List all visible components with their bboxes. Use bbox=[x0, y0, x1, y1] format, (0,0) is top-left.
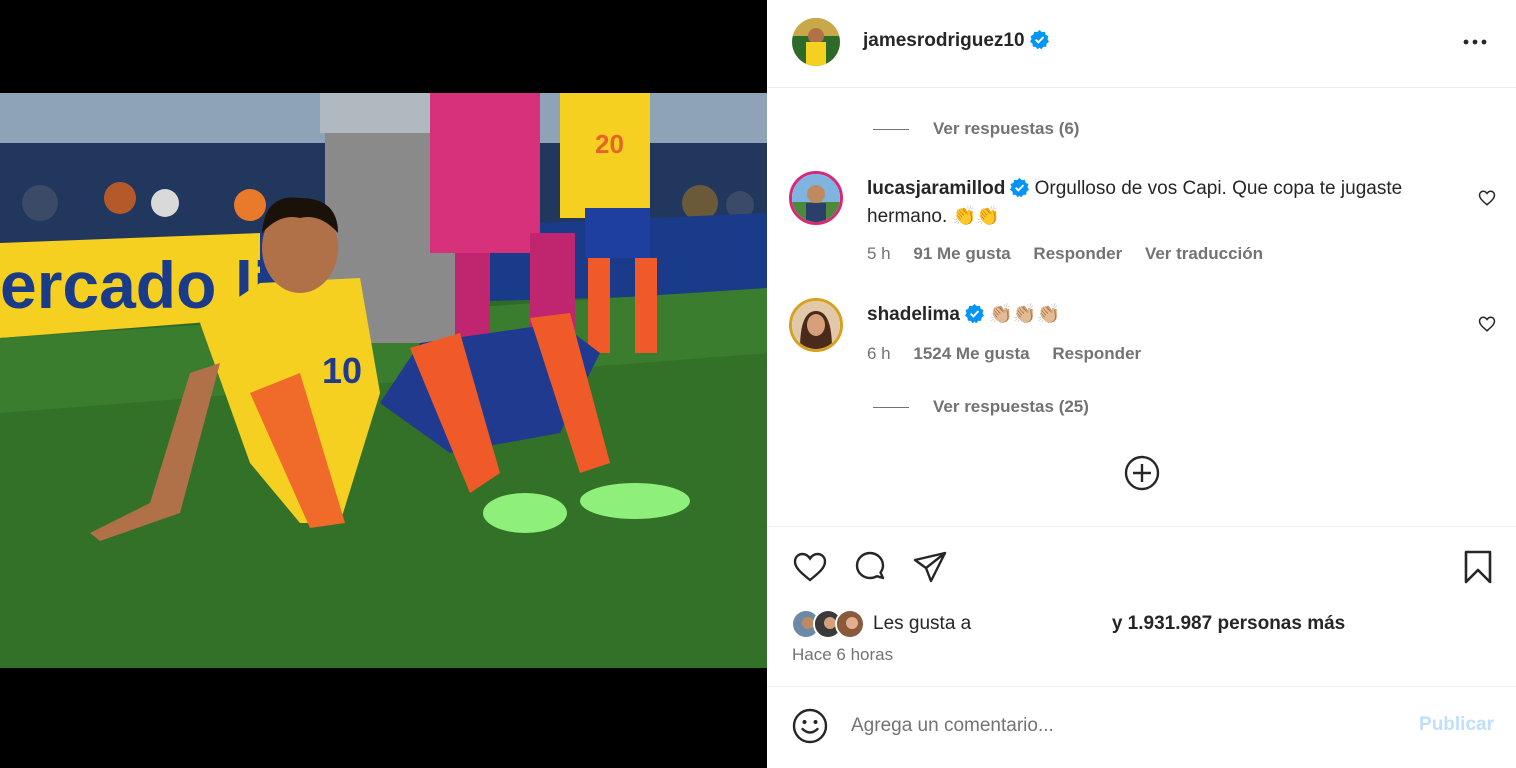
author-avatar[interactable] bbox=[792, 18, 840, 66]
comment-likes[interactable]: 1524 Me gusta bbox=[913, 344, 1029, 363]
verified-badge-icon bbox=[1029, 30, 1049, 49]
commenter-username-text[interactable]: lucasjaramillod bbox=[867, 178, 1005, 199]
reply-button[interactable]: Responder bbox=[1052, 344, 1141, 363]
verified-badge-icon bbox=[964, 304, 984, 323]
load-more-comments-icon[interactable] bbox=[1124, 455, 1160, 491]
like-heart-icon[interactable] bbox=[792, 549, 828, 585]
post-comment-button[interactable]: Publicar bbox=[1419, 714, 1494, 736]
comment-meta: 6 h 1524 Me gusta Responder bbox=[867, 344, 1159, 364]
comment-input[interactable] bbox=[851, 709, 1391, 743]
more-horizontal-icon[interactable] bbox=[1462, 30, 1488, 54]
commenter-username[interactable]: lucasjaramillod bbox=[867, 178, 1030, 199]
translate-button[interactable]: Ver traducción bbox=[1145, 244, 1263, 263]
post-header: jamesrodriguez10 bbox=[767, 0, 1516, 88]
post-media: ercado libr 20 10 bbox=[0, 0, 767, 768]
comment-text: lucasjaramillod Orgulloso de vos Capi. Q… bbox=[867, 175, 1447, 231]
comment-item: lucasjaramillod Orgulloso de vos Capi. Q… bbox=[767, 170, 1516, 270]
replies-divider bbox=[873, 407, 909, 409]
replies-divider bbox=[873, 129, 909, 131]
view-replies-label: Ver respuestas (25) bbox=[933, 397, 1089, 416]
post-panel: jamesrodriguez10 Ver respuestas (6) luca… bbox=[767, 0, 1516, 768]
verified-badge-icon bbox=[1010, 178, 1030, 197]
post-actions: Les gusta a y 1.931.987 personas más Hac… bbox=[767, 526, 1516, 686]
reply-button[interactable]: Responder bbox=[1033, 244, 1122, 263]
commenter-avatar[interactable] bbox=[789, 298, 843, 352]
comment-composer: Publicar bbox=[767, 686, 1516, 768]
commenter-avatar[interactable] bbox=[789, 171, 843, 225]
comment-heart-icon[interactable] bbox=[1478, 189, 1496, 207]
emoji-smiley-icon[interactable] bbox=[791, 707, 829, 745]
save-bookmark-icon[interactable] bbox=[1460, 549, 1496, 585]
view-replies-button[interactable]: Ver respuestas (6) bbox=[873, 119, 1079, 139]
view-replies-label: Ver respuestas (6) bbox=[933, 119, 1080, 138]
comment-bubble-icon[interactable] bbox=[852, 549, 888, 585]
comment-meta: 5 h 91 Me gusta Responder Ver traducción bbox=[867, 244, 1281, 264]
svg-text:10: 10 bbox=[322, 350, 362, 391]
view-replies-button[interactable]: Ver respuestas (25) bbox=[873, 397, 1089, 417]
post-time-ago[interactable]: Hace 6 horas bbox=[792, 645, 893, 665]
liked-by-user-redacted bbox=[976, 615, 1107, 632]
post-photo[interactable]: ercado libr 20 10 bbox=[0, 93, 767, 668]
liked-by-text[interactable]: Les gusta a y 1.931.987 personas más bbox=[873, 613, 1345, 635]
liked-by-prefix: Les gusta a bbox=[873, 613, 972, 634]
liker-avatar bbox=[835, 609, 865, 639]
author-username-text[interactable]: jamesrodriguez10 bbox=[863, 30, 1025, 51]
likes-count[interactable]: y 1.931.987 personas más bbox=[1112, 613, 1345, 634]
share-send-icon[interactable] bbox=[912, 549, 948, 585]
comment-content: 👏🏼👏🏼👏🏼 bbox=[989, 304, 1061, 325]
comment-likes[interactable]: 91 Me gusta bbox=[913, 244, 1010, 263]
commenter-username-text[interactable]: shadelima bbox=[867, 304, 960, 325]
comment-time: 6 h bbox=[867, 344, 891, 363]
comments-list: Ver respuestas (6) lucasjaramillod Orgul… bbox=[767, 88, 1516, 526]
svg-text:20: 20 bbox=[595, 129, 624, 159]
comment-heart-icon[interactable] bbox=[1478, 315, 1496, 333]
comment-time: 5 h bbox=[867, 244, 891, 263]
commenter-username[interactable]: shadelima bbox=[867, 304, 984, 325]
comment-item: shadelima 👏🏼👏🏼👏🏼 6 h 1524 Me gusta Respo… bbox=[767, 297, 1516, 367]
author-username[interactable]: jamesrodriguez10 bbox=[863, 30, 1049, 52]
comment-text: shadelima 👏🏼👏🏼👏🏼 bbox=[867, 301, 1447, 329]
